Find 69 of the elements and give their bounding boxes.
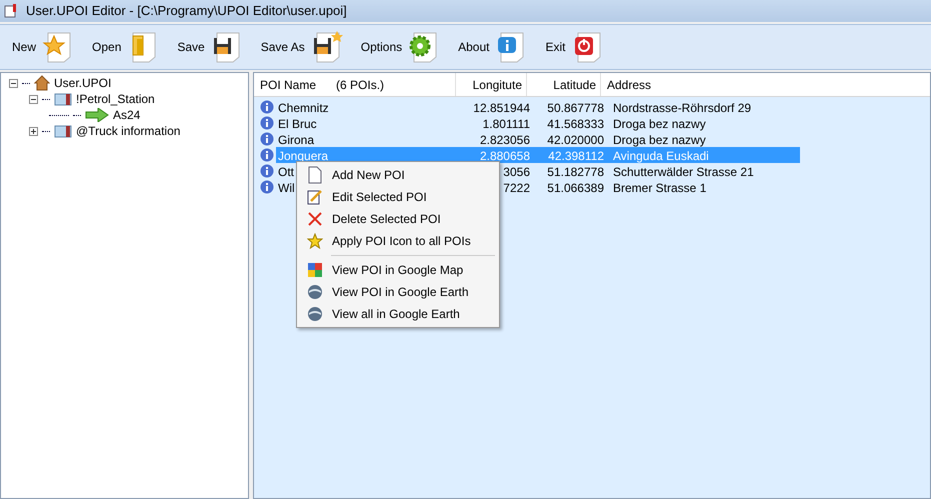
address-cell-text: Schutterwälder Strasse 21: [612, 164, 755, 179]
latitude-cell: 42.398112: [533, 147, 607, 163]
expander-icon[interactable]: [9, 78, 18, 88]
window-title: User.UPOI Editor - [C:\Programy\UPOI Editor\user.upoi]: [26, 2, 347, 20]
star-icon: [306, 233, 322, 249]
column-header[interactable]: Longitute: [456, 73, 527, 96]
address-cell-text: Bremer Strasse 1: [612, 180, 708, 195]
menu-item[interactable]: View POI in Google Earth: [297, 281, 499, 303]
folder-icon: [54, 92, 72, 106]
toolbar-button[interactable]: Open: [92, 31, 160, 63]
latitude-cell-text: 50.867778: [546, 100, 605, 115]
app-icon: [4, 4, 18, 18]
menu-item[interactable]: Add New POI: [297, 164, 499, 186]
longitude-cell-text: 12.851944: [472, 100, 531, 115]
poi-count: (6 POIs.): [336, 76, 384, 94]
tree-item[interactable]: @Truck information: [76, 122, 180, 140]
info-icon: [260, 164, 274, 178]
info-icon: [260, 100, 274, 114]
poi-name[interactable]: Chemnitz: [276, 99, 329, 115]
toolbar-button[interactable]: New: [12, 31, 74, 63]
toolbar-button[interactable]: Options: [360, 31, 440, 63]
map-icon: [306, 262, 322, 278]
address-cell-text: Droga bez nazwy: [612, 132, 707, 147]
poi-name[interactable]: Wil: [276, 179, 295, 195]
tree-item[interactable]: User.UPOI: [54, 74, 112, 92]
latitude-cell-text: 51.066389: [546, 180, 605, 195]
info-icon: [260, 132, 274, 146]
globe-icon: [306, 306, 322, 322]
house-icon: [34, 75, 50, 91]
info-icon: [260, 180, 274, 194]
menu-item[interactable]: View all in Google Earth: [297, 303, 499, 325]
poi-name[interactable]: Girona: [276, 131, 314, 147]
toolbar-button[interactable]: Save: [177, 31, 243, 63]
latitude-cell-text: 42.020000: [546, 132, 605, 147]
tree-item[interactable]: !Petrol_Station: [76, 90, 155, 108]
globe-icon: [306, 284, 322, 300]
address-cell-text: Nordstrasse-Röhrsdorf 29: [612, 100, 752, 115]
column-header[interactable]: POI Name (6 POIs.): [254, 73, 456, 96]
longitude-cell-text: 1.801111: [482, 116, 531, 131]
latitude-cell-text: 51.182778: [546, 164, 605, 179]
expander-icon[interactable]: [29, 126, 38, 136]
info-icon: [260, 116, 274, 130]
pencil-page-icon: [306, 189, 322, 205]
address-cell: Avinguda Euskadi: [607, 147, 800, 163]
column-header[interactable]: Latitude: [527, 73, 601, 96]
page-icon: [306, 166, 322, 184]
delete-icon: [306, 211, 322, 227]
folder-icon: [54, 124, 72, 138]
menu-item[interactable]: Edit Selected POI: [297, 186, 499, 208]
poi-name[interactable]: Ott: [276, 163, 294, 179]
toolbar-button[interactable]: About: [458, 31, 528, 63]
longitude-cell: 2.880658: [462, 147, 533, 163]
longitude-cell-text: 2.823056: [478, 132, 531, 147]
latitude-cell-text: 41.568333: [546, 116, 605, 131]
longitude-cell-text: 7222: [502, 180, 531, 195]
arrow-icon: [85, 108, 109, 122]
expander-icon[interactable]: [29, 94, 38, 104]
column-header[interactable]: Address: [601, 73, 930, 96]
longitude-cell-text: 3056: [502, 164, 531, 179]
address-cell-text: Droga bez nazwy: [612, 116, 707, 131]
menu-item[interactable]: Apply POI Icon to all POIs: [297, 230, 499, 252]
menu-item[interactable]: Delete Selected POI: [297, 208, 499, 230]
menu-item[interactable]: View POI in Google Map: [297, 259, 499, 281]
poi-name[interactable]: El Bruc: [276, 115, 317, 131]
toolbar-button[interactable]: Exit: [545, 31, 604, 63]
toolbar-button[interactable]: Save As: [260, 31, 343, 63]
info-icon: [260, 148, 274, 162]
column-title: POI Name: [260, 76, 316, 94]
tree-item[interactable]: As24: [113, 106, 140, 124]
